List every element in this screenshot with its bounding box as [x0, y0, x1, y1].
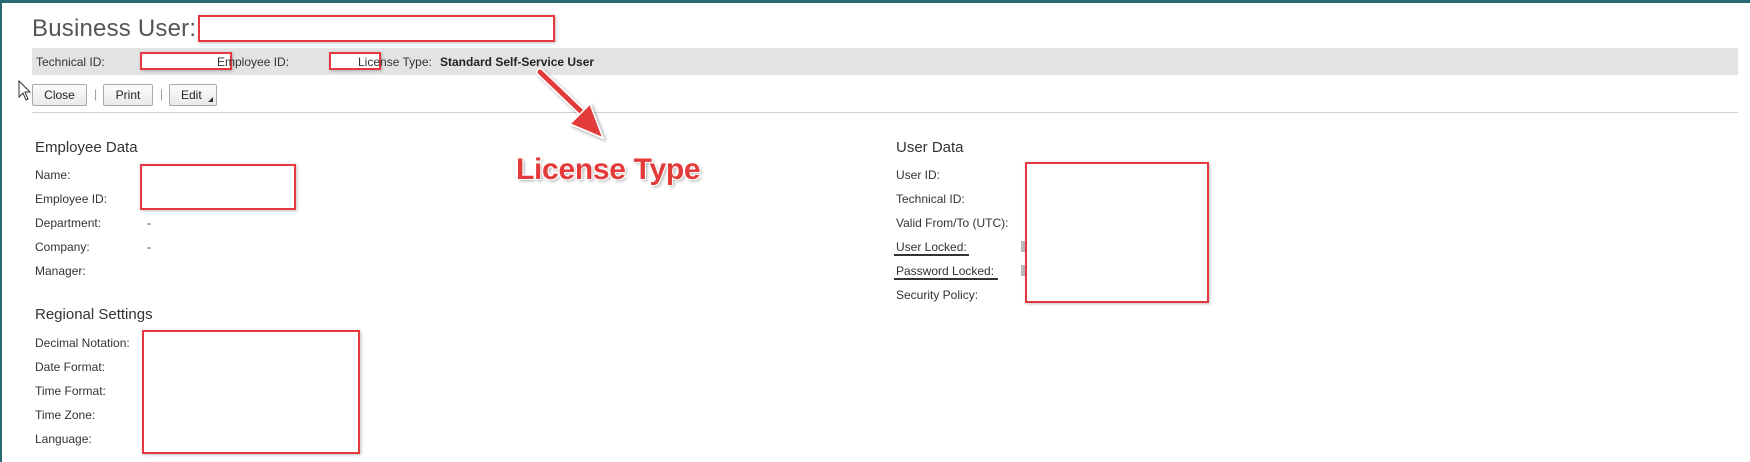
field-value-department: - [147, 216, 151, 230]
field-label-technical-id: Technical ID: [896, 192, 965, 206]
field-label-manager: Manager: [35, 264, 86, 278]
field-label-security-policy: Security Policy: [896, 288, 979, 302]
redacted-regional-settings [142, 330, 360, 454]
regional-settings-title: Regional Settings [35, 306, 153, 323]
annotation-label: License Type [516, 153, 701, 186]
field-label-decimal-notation: Decimal Notation: [35, 336, 130, 350]
field-label-name: Name: [35, 168, 71, 182]
field-label-language: Language: [35, 432, 92, 446]
field-label-department: Department: [35, 216, 102, 230]
redacted-user-data [1025, 162, 1209, 303]
user-locked-underline [894, 254, 969, 256]
field-label-date-format: Date Format: [35, 360, 106, 374]
field-label-password-locked: Password Locked: [896, 264, 995, 278]
employee-data-title: Employee Data [35, 139, 138, 156]
field-label-valid-from-to: Valid From/To (UTC): [896, 216, 1009, 230]
field-label-company: Company: [35, 240, 90, 254]
field-label-time-zone: Time Zone: [35, 408, 96, 422]
user-data-title: User Data [896, 139, 964, 156]
redacted-employee-name-id [140, 164, 296, 210]
field-label-time-format: Time Format: [35, 384, 106, 398]
field-value-company: - [147, 240, 151, 254]
field-label-employee-id: Employee ID: [35, 192, 108, 206]
field-label-user-id: User ID: [896, 168, 941, 182]
password-locked-underline [894, 278, 998, 280]
field-label-user-locked: User Locked: [896, 240, 967, 254]
